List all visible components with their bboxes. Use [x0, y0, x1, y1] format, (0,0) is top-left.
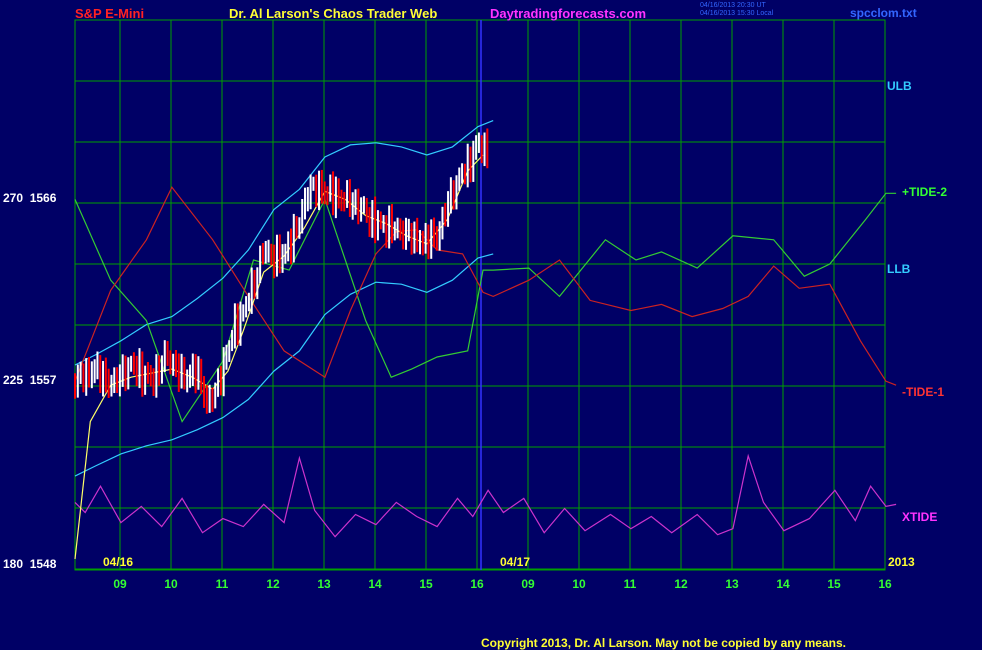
symbol-label: S&P E-Mini — [75, 6, 145, 21]
y-label-top: 270 1566 — [3, 191, 56, 205]
x-tick-label: 13 — [317, 577, 331, 591]
date-label-1: 04/16 — [103, 555, 134, 569]
date-label-2: 04/17 — [500, 555, 531, 569]
x-tick-label: 10 — [164, 577, 178, 591]
y-label-mid-left: 225 — [3, 373, 24, 387]
series-line-tide-1 — [74, 186, 897, 386]
y-label-bottom: 180 1548 — [3, 557, 56, 571]
chart-title: Dr. Al Larson's Chaos Trader Web — [229, 6, 438, 21]
chart-frame — [74, 19, 886, 571]
year-label: 2013 — [888, 555, 915, 569]
timestamp-ut: 04/16/2013 20:30 UT — [700, 2, 766, 9]
x-tick-label: 14 — [368, 577, 382, 591]
series-line-llb — [74, 253, 494, 477]
file-name: spcclom.txt — [850, 6, 917, 20]
x-tick-label: 16 — [878, 577, 892, 591]
label-tide2: +TIDE-2 — [902, 185, 948, 199]
x-tick-label: 12 — [674, 577, 688, 591]
y-label-top-left: 270 — [3, 191, 24, 205]
x-tick-label: 09 — [521, 577, 535, 591]
x-tick-label: 15 — [419, 577, 433, 591]
x-tick-label: 12 — [266, 577, 280, 591]
x-tick-label: 15 — [827, 577, 841, 591]
y-label-mid: 225 1557 — [3, 373, 56, 387]
x-tick-label: 11 — [216, 577, 229, 591]
y-label-bottom-left: 180 — [3, 557, 24, 571]
x-tick-label: 14 — [776, 577, 790, 591]
series-layer — [74, 120, 897, 560]
timestamp-local: 04/16/2013 15:30 Local — [700, 10, 774, 17]
x-tick-label: 16 — [470, 577, 484, 591]
chart-canvas: 09 10 11 12 13 14 15 16 09 10 11 12 13 14 15 16 — [74, 19, 897, 591]
price-bars — [74, 128, 489, 414]
label-llb: LLB — [887, 262, 911, 276]
label-ulb: ULB — [887, 79, 912, 93]
y-label-mid-price: 1557 — [29, 373, 57, 387]
y-label-bottom-price: 1548 — [29, 557, 57, 571]
y-label-top-price: 1566 — [29, 191, 57, 205]
x-tick-label: 09 — [113, 577, 127, 591]
label-tide1: -TIDE-1 — [902, 385, 944, 399]
copyright-notice: Copyright 2013, Dr. Al Larson. May not b… — [481, 636, 846, 650]
site-link[interactable]: Daytradingforecasts.com — [490, 6, 646, 21]
label-xtide: XTIDE — [902, 510, 938, 524]
x-tick-label: 10 — [572, 577, 586, 591]
x-tick-label: 11 — [624, 577, 637, 591]
x-tick-label: 13 — [725, 577, 739, 591]
chart-grid: 09 10 11 12 13 14 15 16 09 10 11 12 13 14 15 16 — [74, 19, 892, 591]
series-line-xtide — [74, 453, 897, 538]
